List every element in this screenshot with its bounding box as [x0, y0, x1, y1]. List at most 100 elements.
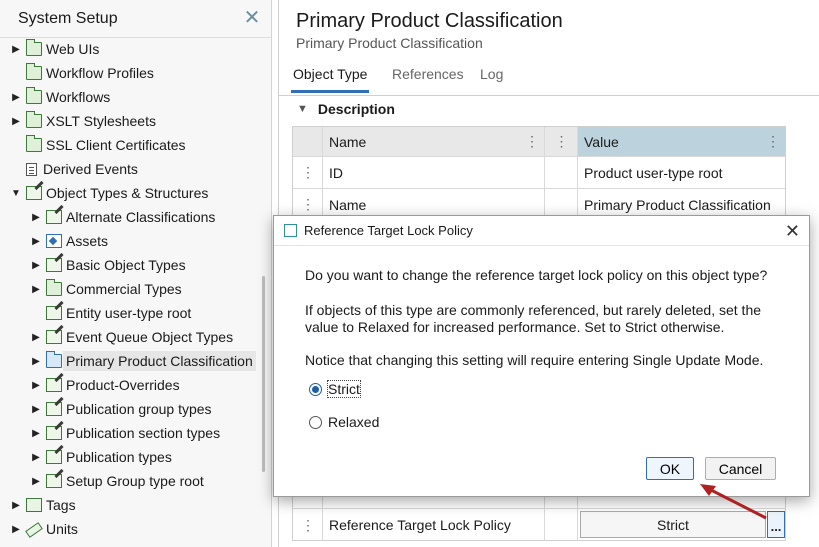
ok-button[interactable]: OK	[646, 457, 694, 480]
tab-log[interactable]: Log	[480, 66, 503, 82]
tree-item[interactable]: ▶ Alternate Classifications	[30, 206, 215, 228]
row-drag-handle-icon[interactable]: ⋮	[293, 157, 323, 188]
tree-item[interactable]: ▶ Assets	[30, 230, 108, 252]
tree-item-label[interactable]: Derived Events	[43, 161, 138, 177]
tags-icon	[26, 498, 42, 512]
dialog-title: Reference Target Lock Policy	[304, 223, 473, 238]
tree-item-label[interactable]: Units	[46, 521, 78, 537]
edit-icon	[46, 210, 62, 224]
column-header-value[interactable]: Value ⋮	[578, 127, 785, 156]
tree-item[interactable]: ▶ Event Queue Object Types	[30, 326, 233, 348]
green-folder-icon	[26, 135, 42, 152]
collapsed-caret-icon[interactable]: ▶	[30, 332, 42, 343]
lock-policy-value[interactable]: Strict	[580, 511, 766, 538]
row-name-cell: ID	[323, 157, 545, 188]
tree-item[interactable]: Entity user-type root	[30, 302, 191, 324]
collapsed-caret-icon[interactable]: ▶	[30, 404, 42, 415]
tree-item[interactable]: ▶ Setup Group type root	[30, 470, 204, 492]
column-menu-icon[interactable]: ⋮	[525, 133, 539, 150]
radio-relaxed-label[interactable]: Relaxed	[328, 414, 379, 430]
tree-item[interactable]: SSL Client Certificates	[10, 134, 186, 156]
column-menu-icon[interactable]: ⋮	[766, 133, 780, 150]
edit-icon	[46, 426, 62, 440]
collapsed-caret-icon[interactable]: ▶	[30, 428, 42, 439]
close-icon[interactable]: ✕	[243, 8, 261, 28]
expanded-caret-icon[interactable]: ▼	[10, 188, 22, 199]
column-header-name[interactable]: Name ⋮	[323, 127, 545, 156]
tree-item-label[interactable]: Publication group types	[66, 401, 212, 417]
tree-item[interactable]: ▶ Basic Object Types	[30, 254, 186, 276]
collapsed-caret-icon[interactable]: ▶	[10, 116, 22, 127]
collapsed-caret-icon[interactable]: ▶	[30, 452, 42, 463]
tree-item-label[interactable]: Publication section types	[66, 425, 220, 441]
tree-item[interactable]: ▶ XSLT Stylesheets	[10, 110, 156, 132]
column-menu-icon[interactable]: ⋮	[555, 133, 569, 150]
radio-strict[interactable]: Strict	[309, 380, 361, 398]
tree-item-label[interactable]: Primary Product Classification	[63, 351, 256, 371]
collapsed-caret-icon[interactable]: ▶	[10, 500, 22, 511]
tree-item-label[interactable]: Entity user-type root	[66, 305, 191, 321]
radio-checked-icon[interactable]	[309, 382, 322, 396]
collapsed-caret-icon[interactable]: ▶	[30, 476, 42, 487]
lock-policy-dialog: Reference Target Lock Policy ✕ Do you wa…	[273, 215, 810, 497]
tree-item-label[interactable]: Workflow Profiles	[46, 65, 154, 81]
tree-item-label[interactable]: Commercial Types	[66, 281, 182, 297]
green-folder-icon	[46, 279, 62, 296]
tree-item[interactable]: ▶ Publication types	[30, 446, 172, 468]
collapsed-caret-icon[interactable]: ▶	[10, 44, 22, 55]
radio-strict-label[interactable]: Strict	[327, 380, 361, 398]
assets-icon	[46, 234, 62, 248]
tree-item-label[interactable]: Event Queue Object Types	[66, 329, 233, 345]
collapsed-caret-icon[interactable]: ▶	[30, 236, 42, 247]
radio-relaxed[interactable]: Relaxed	[309, 414, 379, 430]
tree-item-label[interactable]: Setup Group type root	[66, 473, 204, 489]
cancel-button[interactable]: Cancel	[705, 457, 776, 480]
tree-item[interactable]: ▶ Tags	[10, 494, 76, 516]
tab-object-type[interactable]: Object Type	[290, 66, 370, 93]
tree-item-label[interactable]: XSLT Stylesheets	[46, 113, 156, 129]
tree-item-label[interactable]: Publication types	[66, 449, 172, 465]
tree-item-label[interactable]: SSL Client Certificates	[46, 137, 186, 153]
column-header-name-label: Name	[329, 133, 367, 150]
green-folder-icon	[26, 39, 42, 56]
description-section-header[interactable]: ▼ Description	[297, 101, 395, 117]
tree-item[interactable]: ▶ Primary Product Classification	[30, 350, 256, 372]
tree-item-label[interactable]: Basic Object Types	[66, 257, 186, 273]
collapsed-caret-icon[interactable]: ▶	[10, 92, 22, 103]
collapsed-caret-icon[interactable]: ▶	[30, 380, 42, 391]
tab-references[interactable]: References	[392, 66, 464, 82]
dialog-info-line-1: If objects of this type are commonly ref…	[305, 302, 762, 318]
tree-item-label[interactable]: Workflows	[46, 89, 110, 105]
tree-item-label[interactable]: Assets	[66, 233, 108, 249]
collapsed-caret-icon[interactable]: ▶	[30, 260, 42, 271]
collapsed-caret-icon[interactable]: ▶	[10, 524, 22, 535]
tree-scrollbar[interactable]	[262, 276, 265, 472]
tree-item[interactable]: Derived Events	[10, 158, 138, 180]
tree-item-label[interactable]: Alternate Classifications	[66, 209, 215, 225]
tree-item[interactable]: ▶ Workflows	[10, 86, 110, 108]
edit-lock-policy-button[interactable]: ...	[767, 511, 785, 538]
radio-unchecked-icon[interactable]	[309, 415, 322, 429]
collapsed-caret-icon[interactable]: ▶	[30, 356, 42, 367]
tree-item-label[interactable]: Tags	[46, 497, 76, 513]
tree-item[interactable]: ▶ Publication group types	[30, 398, 212, 420]
close-icon[interactable]: ✕	[785, 221, 800, 242]
row-drag-handle-icon[interactable]: ⋮	[293, 509, 323, 541]
tree-item[interactable]: ▶ Units	[10, 518, 78, 540]
column-header-handle[interactable]: ⋮	[545, 127, 578, 156]
tree-item-label[interactable]: Product-Overrides	[66, 377, 180, 393]
tree-item-label[interactable]: Object Types & Structures	[46, 185, 208, 201]
collapsed-caret-icon[interactable]: ▶	[30, 284, 42, 295]
tree-item[interactable]: ▶ Web UIs	[10, 38, 99, 60]
edit-icon	[46, 258, 62, 272]
collapsed-caret-icon[interactable]: ▶	[30, 212, 42, 223]
tree-item[interactable]: ▶ Product-Overrides	[30, 374, 180, 396]
tree-item[interactable]: ▶ Commercial Types	[30, 278, 182, 300]
table-row: ⋮ ID Product user-type root	[293, 157, 785, 189]
dialog-titlebar: Reference Target Lock Policy	[274, 216, 809, 246]
tree-item-label[interactable]: Web UIs	[46, 41, 99, 57]
tree-item[interactable]: Workflow Profiles	[10, 62, 154, 84]
tree-item[interactable]: ▼ Object Types & Structures	[10, 182, 208, 204]
row-name-cell: Reference Target Lock Policy	[323, 509, 545, 541]
tree-item[interactable]: ▶ Publication section types	[30, 422, 220, 444]
